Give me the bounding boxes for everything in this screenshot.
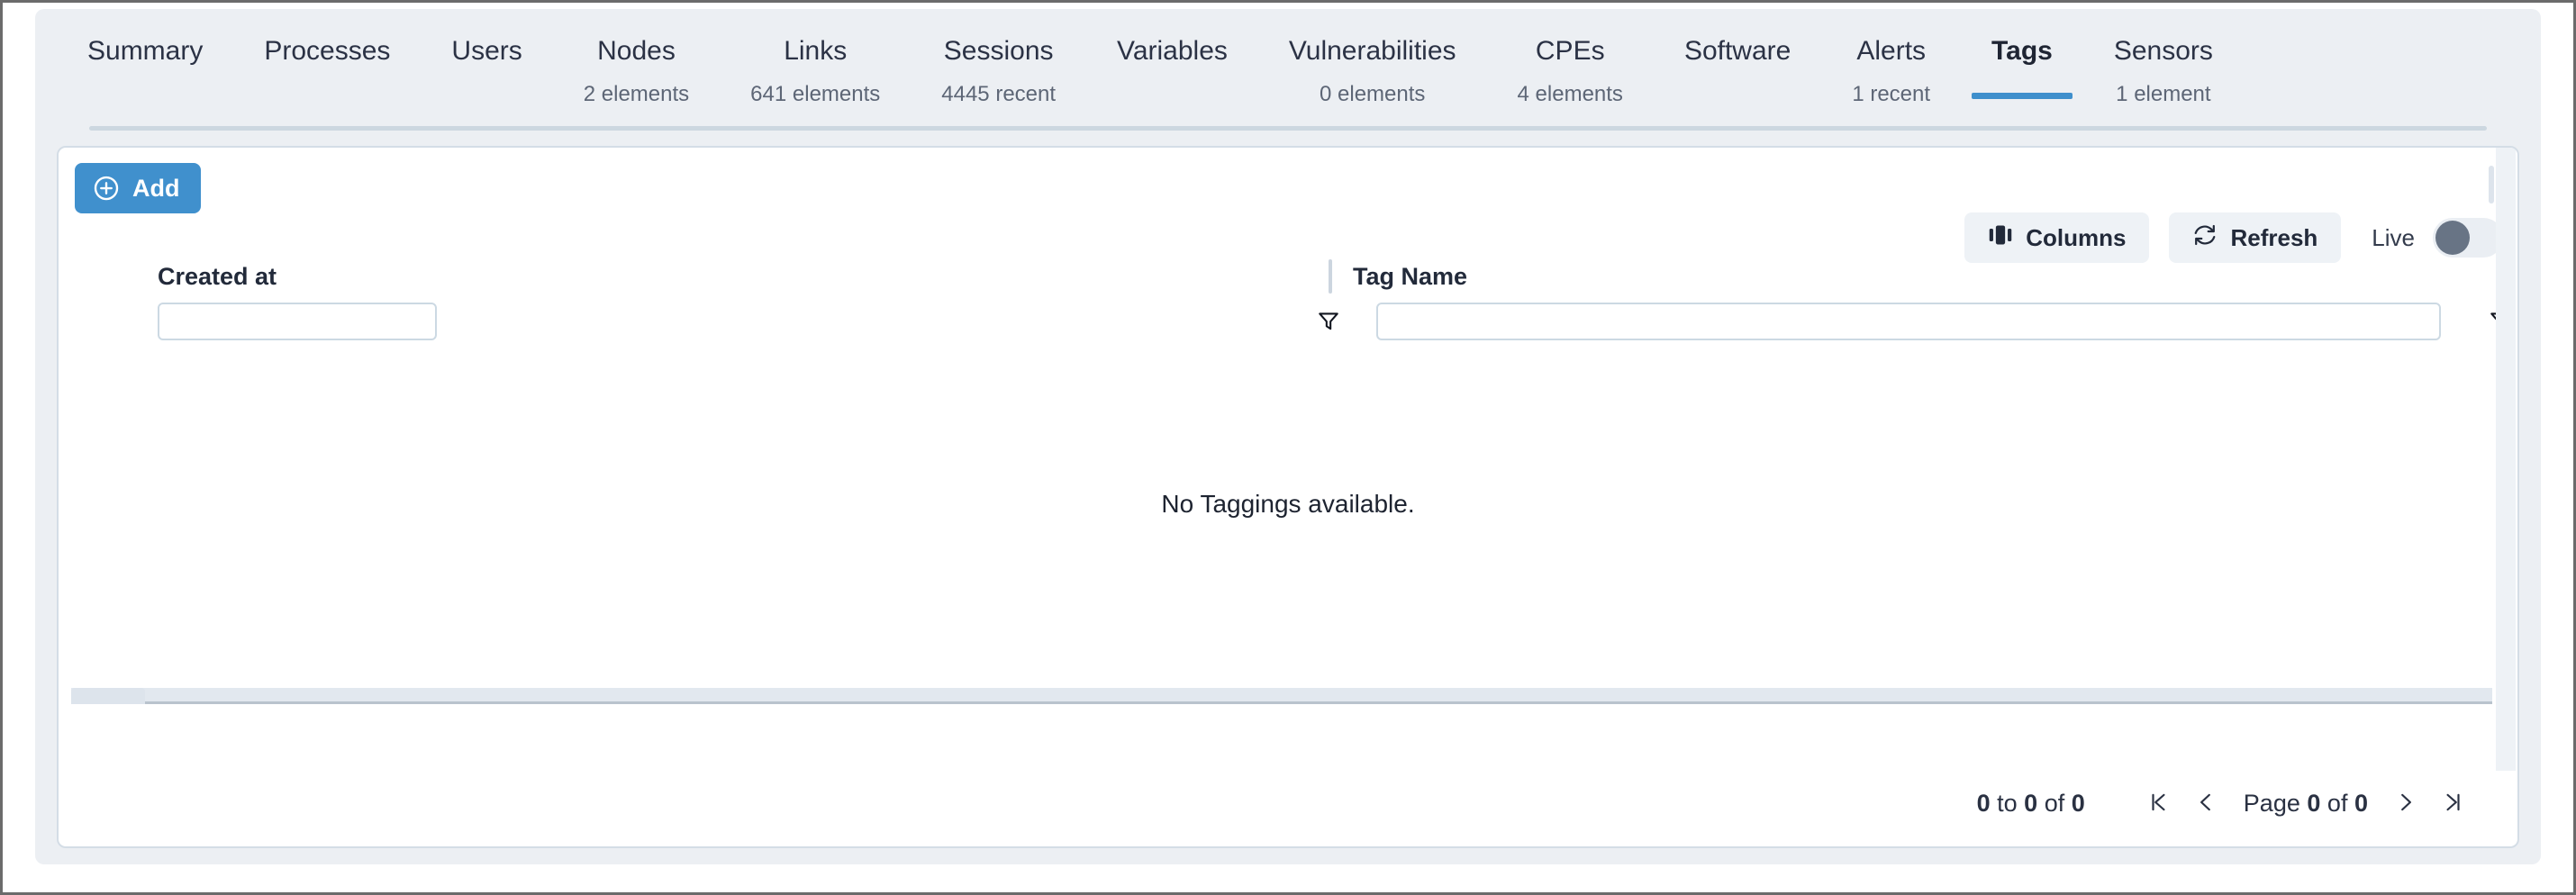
next-page-icon [2394, 791, 2417, 817]
tab-underline [1832, 120, 1950, 126]
tab-underline [1097, 93, 1247, 99]
previous-page-icon [2194, 791, 2218, 817]
tab-underline [1498, 120, 1643, 126]
filter-menu-button-created-at[interactable] [1310, 303, 1347, 340]
tab-label: Sensors [2113, 36, 2213, 66]
range-from: 0 [1976, 789, 1991, 817]
tab-label: Sessions [943, 36, 1054, 66]
tab-label: CPEs [1535, 36, 1605, 66]
range-separator-of: of [2044, 789, 2065, 817]
empty-state-message: No Taggings available. [1161, 490, 1415, 518]
tab-underline [730, 120, 900, 126]
tab-label: Nodes [597, 36, 676, 66]
tab-underline [1664, 93, 1810, 99]
tab-label: Links [784, 36, 848, 66]
taggings-grid-card: Add Columns Refresh Live Created at Tag … [57, 146, 2519, 848]
tab-label: Vulnerabilities [1288, 36, 1456, 66]
funnel-icon [1317, 309, 1340, 335]
tab-bar: Summary Processes Users Nodes 2 elements… [35, 9, 2541, 142]
tab-vulnerabilities[interactable]: Vulnerabilities 0 elements [1258, 22, 1487, 108]
page-current: 0 [2307, 789, 2321, 817]
entity-detail-panel: Summary Processes Users Nodes 2 elements… [35, 9, 2541, 864]
last-page-button[interactable] [2429, 780, 2476, 827]
tab-label: Alerts [1856, 36, 1927, 66]
horizontal-scrollbar-thumb[interactable] [71, 688, 145, 704]
tab-underline [431, 93, 541, 99]
tab-users[interactable]: Users [421, 22, 552, 81]
first-page-button[interactable] [2136, 780, 2182, 827]
tab-count: 1 element [2116, 82, 2211, 106]
tab-alerts[interactable]: Alerts 1 recent [1821, 22, 1961, 108]
tab-label: Users [451, 36, 522, 66]
tab-label: Processes [264, 36, 391, 66]
filter-input-tag-name[interactable] [1376, 303, 2441, 340]
tab-sensors[interactable]: Sensors 1 element [2083, 22, 2244, 108]
tab-list: Summary Processes Users Nodes 2 elements… [57, 22, 2519, 130]
page-of-word: of [2327, 789, 2348, 817]
range-total: 0 [2071, 789, 2085, 817]
previous-page-button[interactable] [2182, 780, 2229, 827]
vertical-scrollbar[interactable] [2496, 148, 2516, 771]
next-page-button[interactable] [2382, 780, 2429, 827]
tab-underline-active [1972, 93, 2073, 99]
tab-count: 4 elements [1517, 82, 1623, 106]
column-resize-handle[interactable] [1329, 259, 1332, 294]
tab-count: 2 elements [583, 82, 690, 106]
tab-label: Variables [1117, 36, 1228, 66]
column-header-created-at[interactable]: Created at [158, 263, 277, 291]
tab-label: Tags [1991, 36, 2053, 66]
tab-nodes[interactable]: Nodes 2 elements [553, 22, 720, 108]
page-indicator: Page 0 of 0 [2244, 790, 2368, 818]
range-separator-to: to [1997, 789, 2018, 817]
tab-underline [244, 93, 410, 99]
add-button[interactable]: Add [75, 163, 202, 213]
tab-tags[interactable]: Tags [1961, 22, 2083, 99]
tab-cpes[interactable]: CPEs 4 elements [1487, 22, 1654, 108]
tab-count: 641 elements [750, 82, 881, 106]
grid-header-row: Created at Tag Name [59, 247, 2517, 340]
pagination-range: 0 to 0 of 0 [1977, 790, 2085, 818]
page-word: Page [2243, 789, 2300, 817]
tab-sessions[interactable]: Sessions 4445 recent [911, 22, 1086, 108]
vertical-scrollbar-thumb[interactable] [2489, 166, 2494, 203]
range-to: 0 [2024, 789, 2038, 817]
tab-label: Summary [87, 36, 204, 66]
tab-count: 4445 recent [941, 82, 1057, 106]
plus-circle-icon [93, 175, 120, 202]
tab-processes[interactable]: Processes [233, 22, 421, 81]
tab-summary[interactable]: Summary [57, 22, 233, 81]
last-page-icon [2441, 791, 2464, 817]
horizontal-scrollbar[interactable] [71, 688, 2492, 704]
tab-count: 0 elements [1320, 82, 1426, 106]
tab-underline [1269, 120, 1476, 126]
tab-label: Software [1683, 36, 1791, 66]
tab-count: 1 recent [1852, 82, 1931, 106]
first-page-icon [2147, 791, 2171, 817]
tab-underline [68, 93, 222, 99]
tab-underline [564, 120, 709, 126]
tab-variables[interactable]: Variables [1086, 22, 1258, 81]
application-window: Summary Processes Users Nodes 2 elements… [0, 0, 2576, 895]
filter-input-created-at[interactable] [158, 303, 437, 340]
pagination-bar: 0 to 0 of 0 Page 0 of 0 [1977, 780, 2476, 827]
tab-underline [921, 120, 1075, 126]
page-total: 0 [2354, 789, 2368, 817]
column-header-tag-name[interactable]: Tag Name [1353, 263, 1467, 291]
tab-software[interactable]: Software [1654, 22, 1821, 81]
tab-underline [2094, 120, 2233, 126]
add-button-label: Add [132, 174, 180, 202]
tab-links[interactable]: Links 641 elements [720, 22, 911, 108]
